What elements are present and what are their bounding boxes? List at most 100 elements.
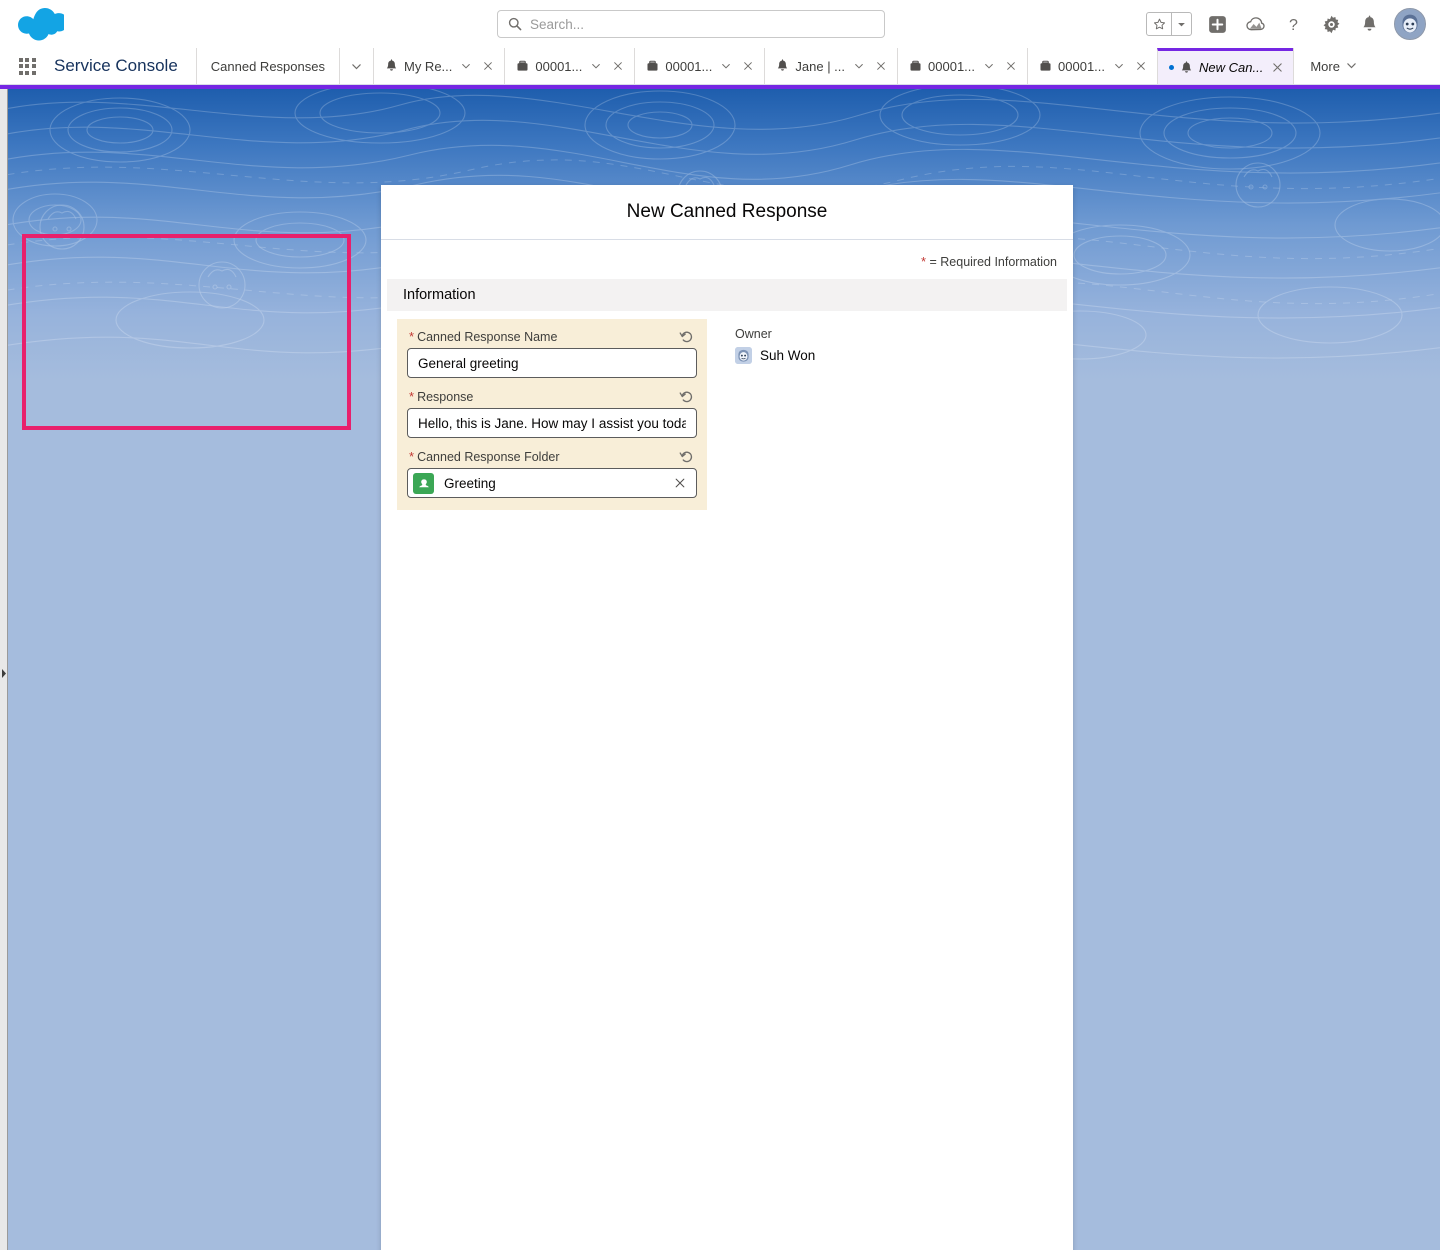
required-asterisk: * — [409, 389, 415, 404]
chevron-down-icon[interactable] — [718, 58, 734, 74]
chevron-down-icon[interactable] — [851, 58, 867, 74]
workspace-tab-label: 00001... — [928, 58, 976, 74]
close-icon[interactable] — [480, 58, 496, 74]
more-tabs-button[interactable]: More — [1293, 48, 1373, 84]
chevron-down-icon[interactable] — [1172, 13, 1191, 35]
field-label: * Canned Response Folder — [407, 447, 697, 468]
workspace-tab[interactable]: My Re... — [372, 48, 505, 84]
more-tabs-label: More — [1310, 58, 1340, 74]
owner-name[interactable]: Suh Won — [760, 348, 815, 363]
required-fields-group: * Canned Response Name General greeting … — [397, 319, 707, 510]
workspace-tab[interactable]: 00001... — [897, 48, 1028, 84]
field-canned-response-name: * Canned Response Name — [407, 327, 697, 378]
case-briefcase-icon — [1039, 59, 1052, 73]
close-icon[interactable] — [1133, 58, 1149, 74]
chevron-down-icon — [1346, 59, 1357, 74]
case-briefcase-icon — [646, 59, 659, 73]
plus-square-icon[interactable] — [1204, 11, 1230, 37]
cloud-setup-icon[interactable] — [1242, 11, 1268, 37]
workspace-tab-label: New Can... — [1199, 60, 1264, 75]
form-column-left: * Canned Response Name General greeting … — [381, 311, 711, 510]
close-x-icon[interactable] — [672, 475, 688, 491]
section-header-information: Information — [387, 279, 1067, 311]
required-asterisk: * — [409, 449, 415, 464]
search-input[interactable] — [530, 11, 874, 37]
workspace-tab-label: 00001... — [665, 58, 713, 74]
global-header: ? — [0, 0, 1440, 48]
required-information-note: * = Required Information — [381, 240, 1073, 279]
section-title: Information — [403, 287, 476, 303]
new-canned-response-panel: New Canned Response * = Required Informa… — [381, 185, 1073, 1250]
console-tab-bar: Service Console Canned Responses My Re..… — [0, 48, 1440, 85]
workspace-tab[interactable]: 00001... — [1027, 48, 1158, 84]
panel-body: * = Required Information Information * C… — [381, 240, 1073, 1250]
question-mark-icon[interactable]: ? — [1280, 11, 1306, 37]
field-label: * Response — [407, 387, 697, 408]
workspace-background: New Canned Response * = Required Informa… — [0, 85, 1440, 1250]
owner-value-row[interactable]: Suh Won — [735, 347, 1041, 364]
left-panel-rail[interactable] — [0, 89, 8, 1250]
workspace-tab-label: 00001... — [535, 58, 583, 74]
gear-icon[interactable] — [1318, 11, 1344, 37]
global-search[interactable] — [497, 10, 885, 38]
form-grid: * Canned Response Name General greeting … — [381, 311, 1073, 510]
bell-icon — [1180, 60, 1193, 75]
chevron-down-icon[interactable] — [981, 58, 997, 74]
close-icon[interactable] — [1269, 60, 1285, 76]
chevron-down-icon[interactable] — [338, 48, 373, 84]
workspace-tab-active-new-canned-response[interactable]: New Can... — [1157, 48, 1294, 84]
field-label-text: Canned Response Name — [417, 329, 558, 344]
field-label-text: Canned Response Folder — [417, 449, 560, 464]
salesforce-cloud-logo[interactable] — [18, 7, 68, 41]
star-icon[interactable] — [1147, 13, 1172, 35]
undo-revert-icon[interactable] — [677, 327, 695, 345]
close-icon[interactable] — [1003, 58, 1019, 74]
bell-icon — [776, 59, 789, 73]
favorites-group[interactable] — [1146, 12, 1192, 36]
chevron-down-icon[interactable] — [458, 58, 474, 74]
undo-revert-icon[interactable] — [677, 387, 695, 405]
workspace-tab[interactable]: 00001... — [634, 48, 765, 84]
workspace-tab-label: 00001... — [1058, 58, 1106, 74]
workspace-tab-label: My Re... — [403, 58, 453, 74]
workspace-tab-label: Jane | ... — [795, 58, 846, 74]
case-briefcase-icon — [909, 59, 922, 73]
canned-response-folder-lookup[interactable]: Greeting — [407, 468, 697, 498]
canned-response-name-input[interactable] — [407, 348, 697, 378]
search-icon — [508, 17, 522, 31]
chevron-down-icon[interactable] — [588, 58, 604, 74]
required-information-label: = Required Information — [929, 255, 1057, 269]
response-input[interactable] — [407, 408, 697, 438]
expand-panel-icon[interactable] — [1, 668, 7, 679]
bell-icon[interactable] — [1356, 11, 1382, 37]
app-name: Service Console — [54, 56, 178, 75]
close-icon[interactable] — [873, 58, 889, 74]
avatar — [735, 347, 752, 364]
nav-item-canned-responses[interactable]: Canned Responses — [195, 48, 339, 84]
avatar[interactable] — [1394, 8, 1426, 40]
close-icon[interactable] — [610, 58, 626, 74]
owner-label: Owner — [735, 327, 772, 341]
unsaved-indicator-icon — [1169, 65, 1175, 70]
canned-response-folder-value: Greeting — [444, 475, 496, 491]
chevron-down-icon[interactable] — [1111, 58, 1127, 74]
field-label-text: Response — [417, 389, 474, 404]
close-icon[interactable] — [740, 58, 756, 74]
required-asterisk: * — [920, 254, 926, 269]
case-briefcase-icon — [516, 59, 529, 73]
field-canned-response-folder: * Canned Response Folder Greeting — [407, 447, 697, 498]
app-launcher-waffle-icon[interactable] — [0, 48, 54, 84]
workspace-tab[interactable]: Jane | ... — [764, 48, 898, 84]
undo-revert-icon[interactable] — [677, 447, 695, 465]
field-label: * Canned Response Name — [407, 327, 697, 348]
svg-text:?: ? — [1289, 16, 1298, 34]
required-asterisk: * — [409, 329, 415, 344]
active-tab-highlight-strip — [0, 85, 1440, 89]
bell-icon — [385, 59, 398, 73]
page-title: New Canned Response — [626, 201, 828, 222]
folder-icon — [413, 472, 434, 494]
field-response: * Response — [407, 387, 697, 438]
workspace-tab[interactable]: 00001... — [504, 48, 635, 84]
form-column-right: Owner Suh Won — [711, 311, 1041, 510]
panel-header: New Canned Response — [381, 185, 1073, 240]
